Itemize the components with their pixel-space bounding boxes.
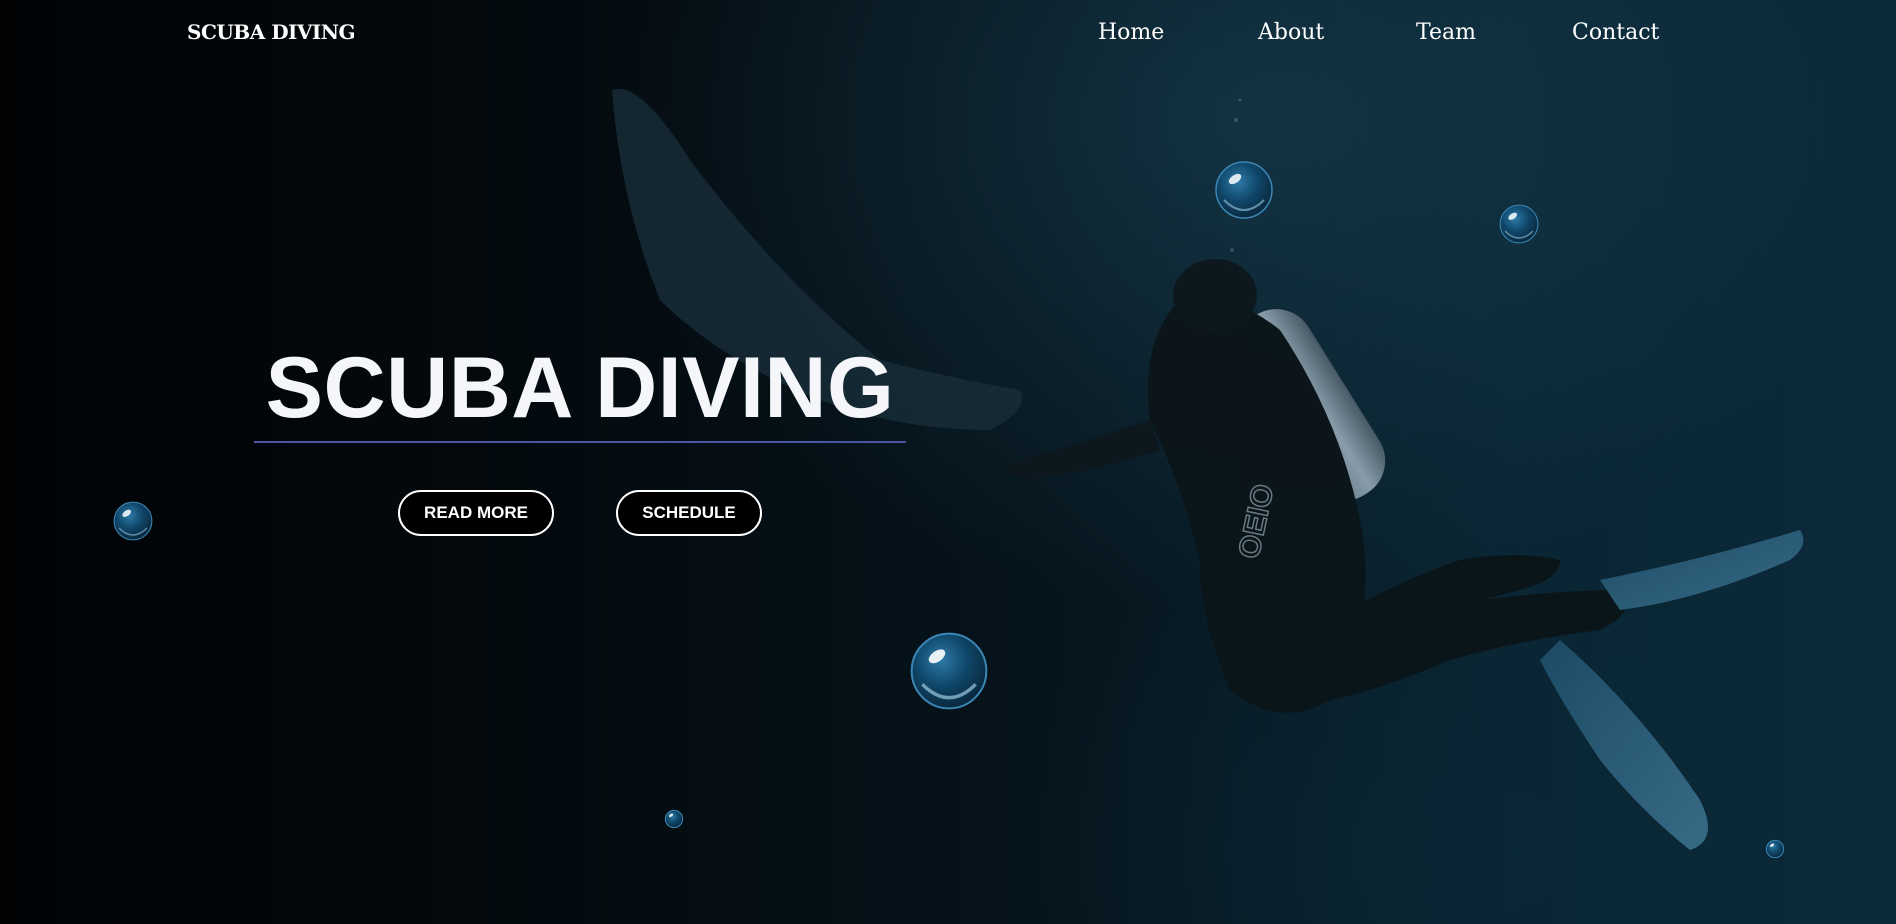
read-more-button[interactable]: READ MORE — [398, 490, 554, 536]
site-logo[interactable]: SCUBA DIVING — [187, 20, 356, 44]
nav-item-contact[interactable]: Contact — [1572, 20, 1659, 45]
bubble-icon — [1499, 204, 1539, 244]
hero-page: OEIO SCUBA DIVING Home About Team Contac… — [0, 0, 1896, 924]
title-underline — [254, 441, 906, 443]
bubble-icon — [1215, 161, 1273, 219]
hero-title: SCUBA DIVING — [265, 340, 895, 436]
diver-background-image: OEIO — [612, 88, 1804, 850]
diver-shape: OEIO — [1005, 259, 1804, 850]
nav-item-home[interactable]: Home — [1098, 20, 1164, 45]
schedule-button[interactable]: SCHEDULE — [616, 490, 762, 536]
nav-item-about[interactable]: About — [1258, 20, 1324, 45]
bubble-icon — [910, 632, 988, 710]
bubble-icon — [113, 501, 153, 541]
bubble-icon — [1765, 839, 1785, 859]
bubble-icon — [664, 809, 684, 829]
nav-item-team[interactable]: Team — [1416, 20, 1476, 45]
